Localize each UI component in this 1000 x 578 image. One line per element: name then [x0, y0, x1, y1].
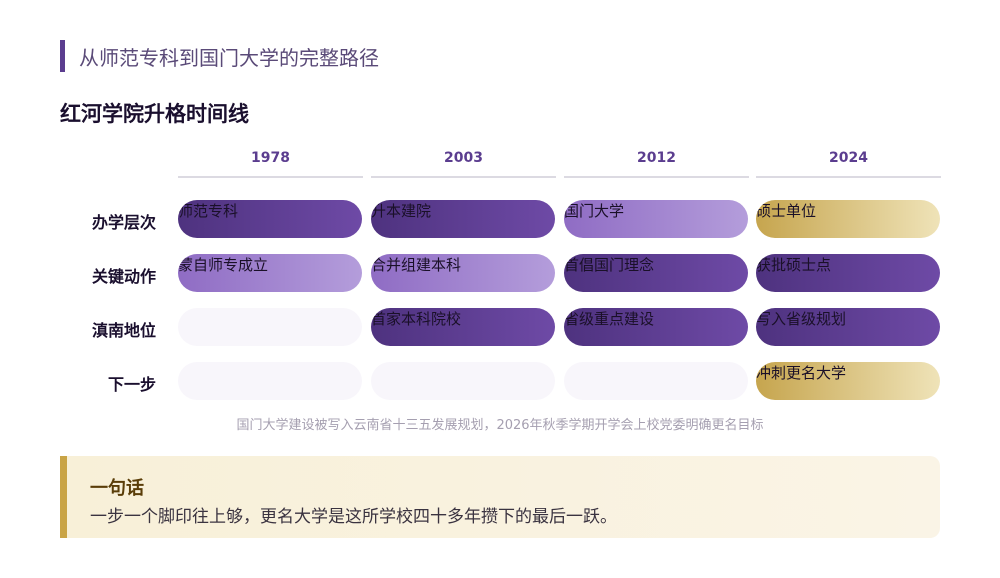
timeline-cell-3-3: 冲刺更名大学	[756, 362, 940, 400]
timeline-cell-1-0: 蒙自师专成立	[178, 254, 362, 292]
year-header-1: 2003	[444, 150, 483, 166]
timeline-cell-2-3: 写入省级规划	[756, 308, 940, 346]
summary-callout: 一句话 一步一个脚印往上够，更名大学是这所学校四十多年攒下的最后一跃。	[60, 456, 940, 538]
row-label-3: 下一步	[107, 375, 156, 394]
year-header-0: 1978	[251, 150, 290, 166]
year-divider-1	[371, 176, 556, 178]
timeline-cell-0-1: 升本建院	[371, 200, 555, 238]
callout-text: 一步一个脚印往上够，更名大学是这所学校四十多年攒下的最后一跃。	[90, 507, 617, 527]
timeline-cell-2-2: 省级重点建设	[564, 308, 748, 346]
year-header-3: 2024	[829, 150, 868, 166]
timeline-cell-2-0	[178, 308, 362, 346]
timeline-cell-1-3: 获批硕士点	[756, 254, 940, 292]
timeline-cell-3-0	[178, 362, 362, 400]
callout-title: 一句话	[90, 478, 144, 499]
timeline-cell-0-2: 国门大学	[564, 200, 748, 238]
timeline-cell-2-1: 首家本科院校	[371, 308, 555, 346]
year-divider-3	[756, 176, 941, 178]
year-header-2: 2012	[637, 150, 676, 166]
timeline-cell-3-2	[564, 362, 748, 400]
year-divider-2	[564, 176, 749, 178]
timeline-cell-1-1: 合并组建本科	[371, 254, 555, 292]
footnote: 国门大学建设被写入云南省十三五发展规划，2026年秋季学期开学会上校党委明确更名…	[236, 418, 764, 433]
row-label-0: 办学层次	[91, 213, 156, 232]
year-divider-0	[178, 176, 363, 178]
timeline-cell-3-1	[371, 362, 555, 400]
row-label-2: 滇南地位	[91, 321, 156, 340]
timeline-cell-0-3: 硕士单位	[756, 200, 940, 238]
callout-accent-bar	[60, 456, 67, 538]
row-label-1: 关键动作	[91, 267, 156, 286]
timeline-cell-0-0: 师范专科	[178, 200, 362, 238]
timeline-cell-1-2: 首倡国门理念	[564, 254, 748, 292]
